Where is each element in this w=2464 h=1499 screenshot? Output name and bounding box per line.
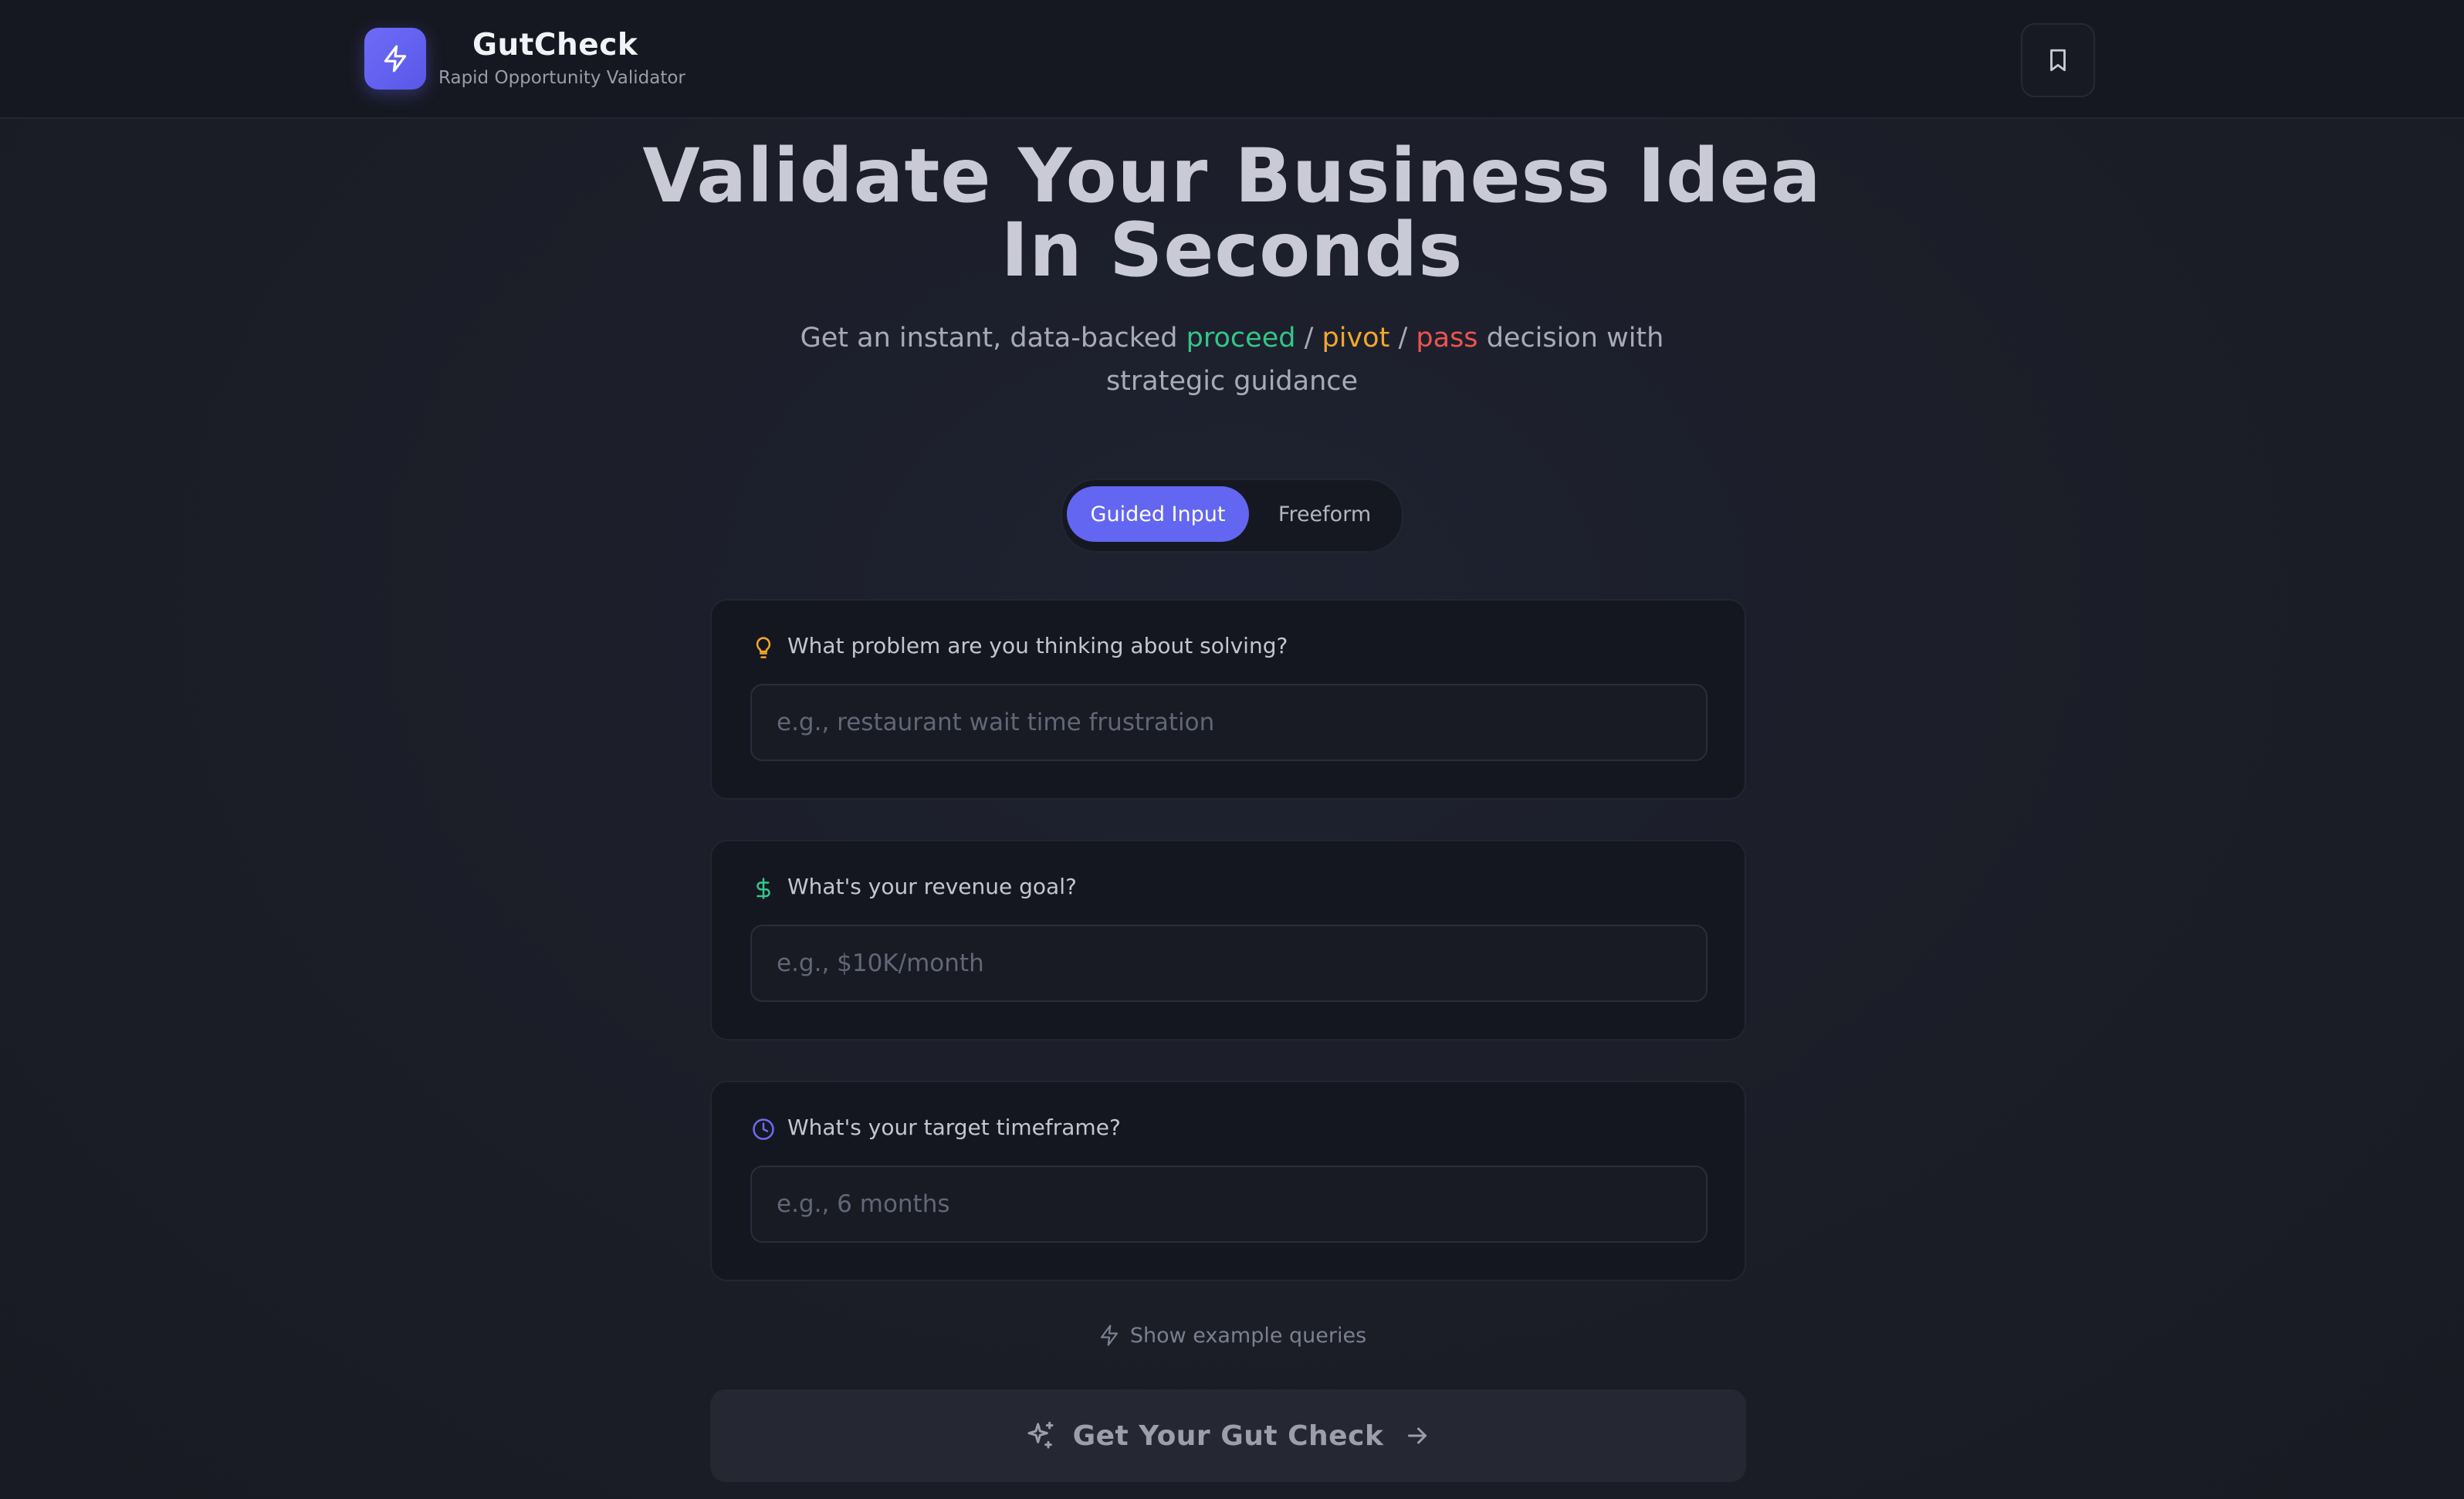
lightbulb-icon: [756, 637, 771, 658]
problem-field-card: What problem are you thinking about solv…: [710, 599, 1746, 800]
timeframe-field-label: What's your target timeframe?: [787, 1115, 1121, 1140]
problem-field-label: What problem are you thinking about solv…: [787, 633, 1288, 658]
separator-slash: /: [1304, 323, 1314, 354]
show-examples-label: Show example queries: [1129, 1323, 1367, 1348]
clock-icon: [753, 1118, 774, 1140]
dollar-icon: [756, 878, 770, 899]
subtitle-prefix: Get an instant, data-backed: [800, 323, 1178, 354]
title-line-2: In Seconds: [1000, 207, 1464, 293]
subtitle-line-2: strategic guidance: [1105, 366, 1359, 397]
separator-slash: /: [1398, 323, 1408, 354]
brand-name: GutCheck: [472, 28, 638, 63]
saved-bookmarks-button[interactable]: [2021, 23, 2095, 97]
revenue-field-label: What's your revenue goal?: [787, 874, 1077, 899]
sparkles-icon: [1027, 1421, 1054, 1449]
timeframe-input[interactable]: [750, 1166, 1708, 1243]
problem-input[interactable]: [750, 684, 1708, 761]
revenue-goal-input[interactable]: [750, 925, 1708, 1002]
app-logo[interactable]: [364, 28, 426, 90]
input-mode-toggle: Guided Input Freeform: [1061, 479, 1403, 553]
lightning-icon: [1100, 1325, 1118, 1346]
submit-label: Get Your Gut Check: [1072, 1419, 1384, 1452]
revenue-field-card: What's your revenue goal?: [710, 840, 1746, 1041]
brand-tagline: Rapid Opportunity Validator: [438, 68, 685, 88]
tab-guided-input[interactable]: Guided Input: [1067, 486, 1249, 542]
subtitle-line-1: Get an instant, data-backed proceed / pi…: [0, 316, 2464, 360]
lightning-icon: [384, 45, 407, 73]
page-subtitle: Get an instant, data-backed proceed / pi…: [0, 316, 2464, 403]
title-line-1: Validate Your Business Idea: [642, 133, 1822, 219]
app-header: GutCheck Rapid Opportunity Validator: [0, 0, 2464, 119]
decision-pass: pass: [1416, 323, 1478, 354]
show-examples-link[interactable]: Show example queries: [0, 1318, 2464, 1352]
get-gut-check-button[interactable]: Get Your Gut Check: [710, 1389, 1746, 1482]
arrow-right-icon: [1408, 1427, 1427, 1444]
decision-proceed: proceed: [1186, 323, 1296, 354]
timeframe-field-card: What's your target timeframe?: [710, 1081, 1746, 1281]
page-title: Validate Your Business Idea In Seconds: [0, 139, 2464, 287]
subtitle-suffix: decision with: [1486, 323, 1664, 354]
decision-pivot: pivot: [1322, 323, 1390, 354]
bookmark-icon: [2050, 49, 2066, 72]
tab-freeform[interactable]: Freeform: [1255, 486, 1394, 542]
